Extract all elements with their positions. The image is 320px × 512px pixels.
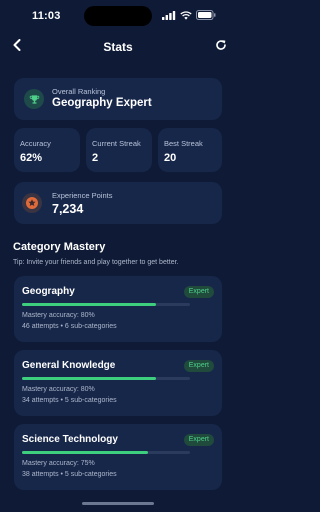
status-badge: Expert (183, 360, 214, 372)
stat-label: Current Streak (92, 139, 141, 148)
stat-value: 20 (164, 152, 177, 164)
stat-label: Best Streak (164, 139, 203, 148)
stat-value: 62% (20, 152, 43, 164)
battery-icon (196, 10, 216, 20)
status-time: 11:03 (32, 10, 61, 22)
status-icons (162, 10, 216, 20)
home-indicator[interactable] (82, 502, 154, 505)
category-card-general-knowledge[interactable]: General Knowledge Expert Mastery accurac… (14, 350, 222, 416)
refresh-icon (215, 38, 227, 56)
ranking-value: Geography Expert (52, 97, 152, 109)
current-streak-stat: Current Streak 2 (86, 128, 152, 172)
stats-screen: 11:03 Stats Overall Ranking Geography Ex… (0, 0, 236, 512)
mastery-accuracy: Mastery accuracy: 75% (22, 460, 95, 467)
accuracy-stat: Accuracy 62% (14, 128, 80, 172)
experience-points-card: Experience Points 7,234 (14, 182, 222, 224)
progress-track (22, 377, 190, 380)
category-meta: 46 attempts • 6 sub-categories (22, 323, 117, 330)
stat-label: Accuracy (20, 139, 51, 148)
category-name: Geography (22, 286, 75, 297)
category-card-geography[interactable]: Geography Expert Mastery accuracy: 80% 4… (14, 276, 222, 342)
category-card-science-technology[interactable]: Science Technology Expert Mastery accura… (14, 424, 222, 490)
trophy-icon (24, 89, 44, 109)
header: Stats (0, 36, 236, 60)
mastery-accuracy: Mastery accuracy: 80% (22, 386, 95, 393)
category-name: General Knowledge (22, 360, 116, 371)
experience-value: 7,234 (52, 202, 84, 216)
progress-fill (22, 451, 148, 454)
category-meta: 34 attempts • 5 sub-categories (22, 397, 117, 404)
experience-label: Experience Points (52, 191, 113, 200)
overall-ranking-card: Overall Ranking Geography Expert (14, 78, 222, 120)
ranking-label: Overall Ranking (52, 87, 106, 96)
mastery-accuracy: Mastery accuracy: 80% (22, 312, 95, 319)
refresh-button[interactable] (212, 38, 230, 56)
wifi-icon (180, 10, 192, 20)
stat-value: 2 (92, 152, 99, 164)
tip-text: Tip: Invite your friends and play togeth… (13, 259, 179, 266)
progress-track (22, 303, 190, 306)
progress-fill (22, 303, 157, 306)
signal-icon (162, 10, 176, 20)
category-meta: 38 attempts • 5 sub-categories (22, 471, 117, 478)
status-badge: Expert (183, 434, 214, 446)
star-medal-icon (22, 193, 42, 213)
progress-fill (22, 377, 157, 380)
status-badge: Expert (183, 286, 214, 298)
status-bar: 11:03 (0, 0, 236, 32)
page-title: Stats (103, 40, 133, 54)
best-streak-stat: Best Streak 20 (158, 128, 222, 172)
progress-track (22, 451, 190, 454)
dynamic-island (84, 6, 152, 26)
category-name: Science Technology (22, 434, 118, 445)
category-mastery-title: Category Mastery (13, 241, 106, 253)
